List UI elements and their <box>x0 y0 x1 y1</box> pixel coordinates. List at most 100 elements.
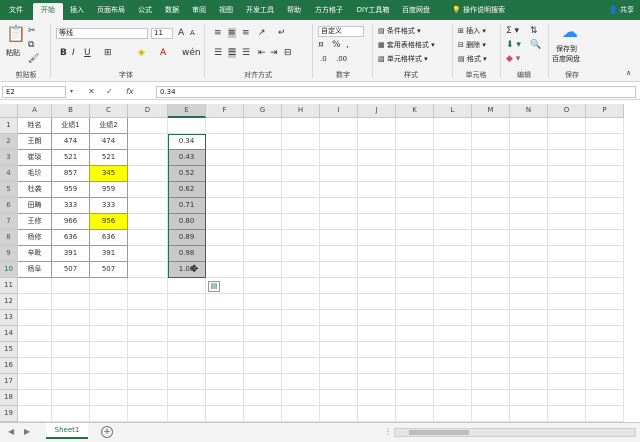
cell[interactable] <box>320 166 358 182</box>
cell[interactable] <box>90 358 128 374</box>
cell[interactable] <box>168 326 206 342</box>
cell[interactable] <box>320 150 358 166</box>
cell[interactable] <box>128 294 168 310</box>
cell[interactable] <box>548 150 586 166</box>
cell[interactable] <box>168 118 206 134</box>
table-cell[interactable]: 636 <box>52 230 90 246</box>
cell[interactable] <box>434 230 472 246</box>
cell[interactable] <box>244 278 282 294</box>
shrink-font-icon[interactable]: A <box>190 28 195 38</box>
cell[interactable] <box>434 358 472 374</box>
cell[interactable] <box>18 342 52 358</box>
paste-icon[interactable]: 📋 <box>6 24 26 43</box>
cell[interactable] <box>510 342 548 358</box>
cell[interactable] <box>472 358 510 374</box>
cell[interactable] <box>396 198 434 214</box>
cell[interactable] <box>472 198 510 214</box>
cell[interactable] <box>434 166 472 182</box>
column-header-l[interactable]: L <box>434 104 472 118</box>
align-left-icon[interactable]: ☰ <box>214 48 222 58</box>
cell[interactable] <box>510 326 548 342</box>
selected-cell-e3[interactable]: 0.43 <box>168 150 206 166</box>
tell-me-search[interactable]: 💡 操作说明搜索 <box>452 3 505 18</box>
cell[interactable] <box>206 166 244 182</box>
column-header-c[interactable]: C <box>90 104 128 118</box>
cell[interactable] <box>128 262 168 278</box>
orientation-icon[interactable]: ↗ <box>258 28 266 38</box>
cell[interactable] <box>548 406 586 422</box>
cell[interactable] <box>244 166 282 182</box>
outdent-icon[interactable]: ⇥ <box>270 48 278 58</box>
percent-icon[interactable]: % <box>332 40 341 50</box>
cell[interactable] <box>510 262 548 278</box>
cell[interactable] <box>90 342 128 358</box>
row-header-3[interactable]: 3 <box>0 150 18 166</box>
cell[interactable] <box>52 278 90 294</box>
tab-view[interactable]: 视图 <box>213 3 239 20</box>
row-header-2[interactable]: 2 <box>0 134 18 150</box>
cell[interactable] <box>282 134 320 150</box>
cell[interactable] <box>434 214 472 230</box>
cell[interactable] <box>510 406 548 422</box>
cell[interactable] <box>586 214 624 230</box>
cell[interactable] <box>510 230 548 246</box>
cell[interactable] <box>128 374 168 390</box>
cell[interactable] <box>206 182 244 198</box>
cell[interactable] <box>206 358 244 374</box>
cell[interactable] <box>244 262 282 278</box>
row-header-16[interactable]: 16 <box>0 358 18 374</box>
tab-diy-toolbox[interactable]: DIY工具箱 <box>351 3 395 20</box>
cell[interactable] <box>396 294 434 310</box>
column-header-n[interactable]: N <box>510 104 548 118</box>
cancel-icon[interactable]: ✕ <box>88 86 95 98</box>
cell[interactable] <box>358 358 396 374</box>
align-center-icon[interactable]: ☰ <box>228 48 237 58</box>
cell[interactable] <box>320 230 358 246</box>
table-cell[interactable]: 毛玠 <box>18 166 52 182</box>
cell-style-button[interactable]: ▧ 单元格样式 ▾ <box>378 54 428 64</box>
baidu-netdisk-button[interactable]: 百度网盘 <box>552 54 580 64</box>
cell[interactable] <box>128 246 168 262</box>
cell[interactable] <box>206 390 244 406</box>
table-cell[interactable]: 业绩2 <box>90 118 128 134</box>
table-cell[interactable]: 辛毗 <box>18 246 52 262</box>
add-sheet-icon[interactable]: + <box>101 426 113 438</box>
cell[interactable] <box>434 262 472 278</box>
cell[interactable] <box>18 358 52 374</box>
cell[interactable] <box>206 214 244 230</box>
table-cell[interactable]: 王朗 <box>18 134 52 150</box>
cell[interactable] <box>548 326 586 342</box>
cell[interactable] <box>548 310 586 326</box>
cell[interactable] <box>472 390 510 406</box>
cell[interactable] <box>206 342 244 358</box>
cell[interactable] <box>548 182 586 198</box>
bold-icon[interactable]: B <box>60 48 67 58</box>
table-cell[interactable]: 956 <box>90 214 128 230</box>
cell[interactable] <box>282 262 320 278</box>
cell[interactable] <box>18 406 52 422</box>
cell[interactable] <box>510 310 548 326</box>
table-cell[interactable]: 杨阜 <box>18 262 52 278</box>
delete-cells-button[interactable]: ⊟ 删除 ▾ <box>458 40 486 50</box>
cell[interactable] <box>282 278 320 294</box>
cell[interactable] <box>472 278 510 294</box>
cell[interactable] <box>244 214 282 230</box>
column-header-e[interactable]: E <box>168 104 206 118</box>
cell[interactable] <box>320 182 358 198</box>
cell[interactable] <box>358 326 396 342</box>
cell[interactable] <box>90 310 128 326</box>
conditional-format-button[interactable]: ▤ 条件格式 ▾ <box>378 26 421 36</box>
cell[interactable] <box>52 406 90 422</box>
cell[interactable] <box>168 278 206 294</box>
table-cell[interactable]: 崔琰 <box>18 150 52 166</box>
font-color-icon[interactable]: A <box>160 48 166 58</box>
table-cell[interactable]: 391 <box>52 246 90 262</box>
table-cell[interactable]: 333 <box>90 198 128 214</box>
cell[interactable] <box>320 406 358 422</box>
cell[interactable] <box>320 134 358 150</box>
cell[interactable] <box>586 118 624 134</box>
cell[interactable] <box>472 150 510 166</box>
cell[interactable] <box>586 374 624 390</box>
cell[interactable] <box>434 406 472 422</box>
row-header-17[interactable]: 17 <box>0 374 18 390</box>
